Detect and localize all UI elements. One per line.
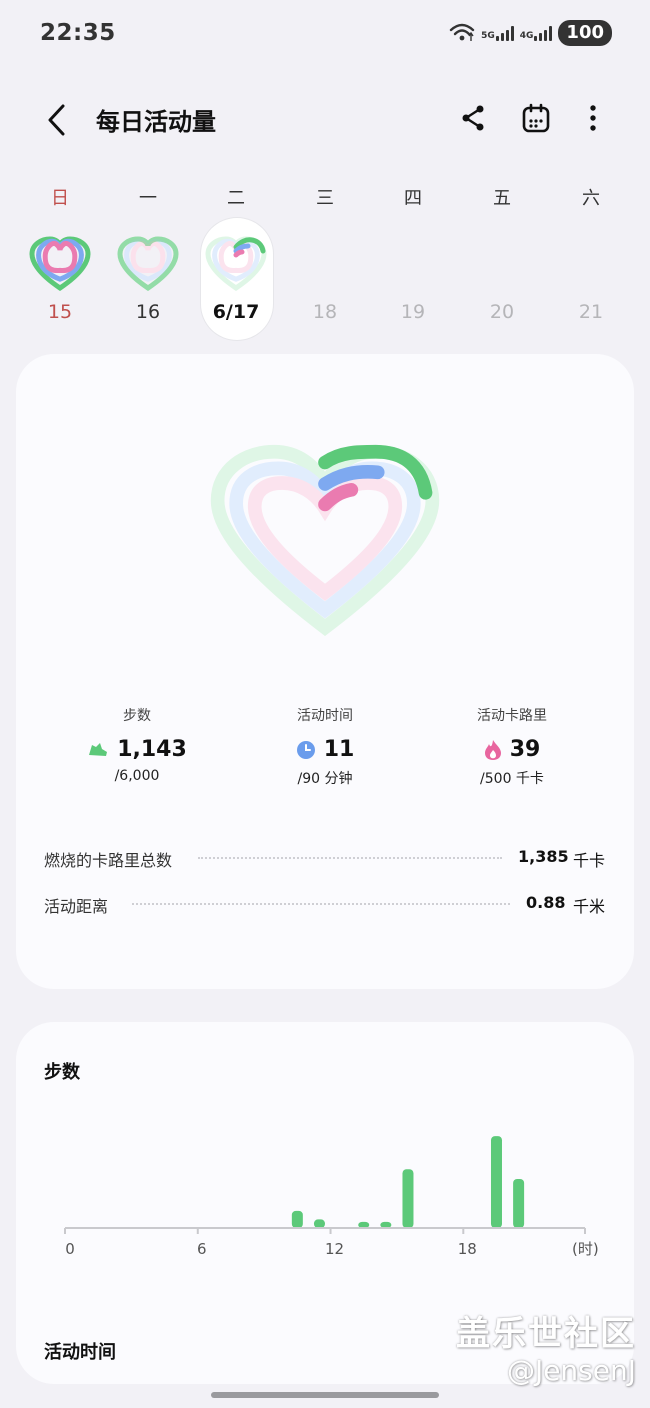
weekday-label: 日 <box>51 188 69 209</box>
step-bar-10 <box>291 1210 303 1228</box>
calories-progress-arc <box>233 249 245 258</box>
steps-section-title: 步数 <box>44 1062 80 1083</box>
wifi-icon <box>449 23 475 41</box>
shoe-icon <box>89 742 108 756</box>
status-icons: 5G 4G 100 <box>449 20 612 46</box>
steps-stat-goal: /6,000 <box>114 768 160 784</box>
total-calories-label: 燃烧的卡路里总数 <box>44 851 173 870</box>
mini-heart-ring-icon[interactable] <box>204 234 268 294</box>
home-indicator[interactable] <box>211 1392 439 1398</box>
watermark-title: 盖乐世社区 <box>456 1314 636 1354</box>
dotted-leader <box>198 857 502 859</box>
activity-rings-heart <box>210 444 440 637</box>
signal-bars-icon <box>495 25 514 41</box>
step-bar-11 <box>313 1219 325 1228</box>
clock-icon <box>296 740 315 759</box>
steps-stat-label: 步数 <box>123 708 151 724</box>
weekday-label: 五 <box>493 188 511 209</box>
total-calories-unit: 千卡 <box>573 851 606 870</box>
step-bar-15 <box>402 1169 414 1228</box>
calories-stat-value-row: 39 <box>417 737 607 762</box>
active-time-stat-label: 活动时间 <box>297 708 353 724</box>
active-time-stat-value-row: 11 <box>230 737 420 762</box>
steps-stat: 步数 1,143 /6,000 <box>42 705 232 784</box>
calories-stat-goal: /500 千卡 <box>480 771 544 787</box>
calendar-icon <box>522 103 550 133</box>
status-bar: 22:35 5G 4G 100 <box>0 0 650 70</box>
x-tick-label: 6 <box>197 1240 207 1258</box>
x-tick-label: 0 <box>65 1240 75 1258</box>
steps-stat-value: 1,143 <box>117 737 187 762</box>
back-icon <box>48 104 65 136</box>
watermark-handle: @JensenJ <box>506 1354 636 1387</box>
net-label-4g: 4G <box>519 31 534 41</box>
mini-heart-ring-icon[interactable] <box>28 234 92 294</box>
back-button[interactable] <box>36 100 76 140</box>
day-6-17[interactable]: 6/17 <box>206 301 266 323</box>
x-tick-label: 12 <box>325 1240 344 1258</box>
day-21[interactable]: 21 <box>561 301 621 323</box>
steps-bar-chart: 0 6 12 18 (时) <box>64 1136 599 1258</box>
active-time-stat-goal: /90 分钟 <box>297 771 353 787</box>
signal-5g: 5G <box>481 25 514 41</box>
weekday-label: 四 <box>404 188 422 209</box>
distance-unit: 千米 <box>573 897 606 916</box>
weekday-label: 三 <box>316 188 334 209</box>
status-time: 22:35 <box>40 20 116 46</box>
battery-indicator: 100 <box>558 20 612 46</box>
signal-4g: 4G <box>520 25 553 41</box>
step-bar-20 <box>513 1179 525 1228</box>
weekday-label: 二 <box>227 188 245 209</box>
distance-label: 活动距离 <box>44 897 109 916</box>
active-time-section-title: 活动时间 <box>44 1342 116 1363</box>
step-bar-19 <box>490 1136 502 1228</box>
calories-stat-value: 39 <box>509 737 541 762</box>
more-icon <box>590 105 596 131</box>
day-20[interactable]: 20 <box>472 301 532 323</box>
page-title: 每日活动量 <box>96 108 216 136</box>
mini-heart-ring-icon[interactable] <box>116 234 180 294</box>
total-calories-value: 1,385 <box>518 847 569 866</box>
day-19[interactable]: 19 <box>383 301 443 323</box>
calendar-button[interactable] <box>516 98 556 138</box>
flame-icon <box>484 739 501 760</box>
x-axis-unit: (时) <box>572 1240 599 1258</box>
active-time-stat-value: 11 <box>323 737 355 762</box>
day-18[interactable]: 18 <box>295 301 355 323</box>
x-tick-label: 18 <box>458 1240 477 1258</box>
net-label-5g: 5G <box>481 31 495 41</box>
share-button[interactable] <box>453 98 493 138</box>
weekday-label: 一 <box>139 188 157 209</box>
calories-stat-label: 活动卡路里 <box>477 708 547 724</box>
distance-value: 0.88 <box>526 893 566 912</box>
steps-stat-value-row: 1,143 <box>42 737 232 762</box>
signal-bars-icon <box>534 25 553 41</box>
calories-stat: 活动卡路里 39 /500 千卡 <box>417 705 607 788</box>
active-time-stat: 活动时间 11 /90 分钟 <box>230 705 420 788</box>
share-icon <box>462 105 484 131</box>
weekday-label: 六 <box>582 188 600 209</box>
more-button[interactable] <box>573 98 613 138</box>
day-16[interactable]: 16 <box>118 301 178 323</box>
day-15[interactable]: 15 <box>30 301 90 323</box>
dotted-leader <box>132 903 510 905</box>
